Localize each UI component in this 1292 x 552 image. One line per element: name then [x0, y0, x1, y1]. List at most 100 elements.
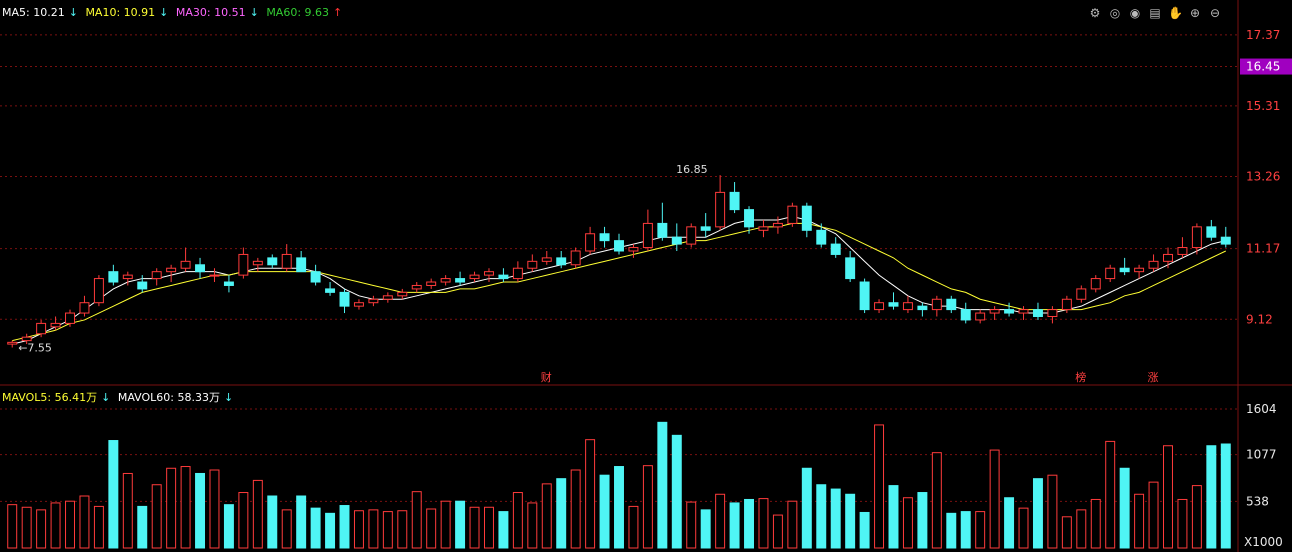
zoom-out-icon[interactable]: ⊖	[1208, 6, 1222, 20]
price-tick-label: 9.12	[1246, 312, 1273, 326]
volume-bar	[209, 469, 220, 549]
candle	[787, 202, 798, 227]
price-tick-label: 15.31	[1246, 99, 1280, 113]
volume-bar	[180, 466, 191, 549]
volume-bar	[137, 505, 148, 549]
candle	[426, 278, 437, 289]
volume-bar	[874, 424, 885, 549]
volume-bar	[657, 421, 668, 549]
volume-bar	[122, 472, 133, 549]
candle	[397, 288, 408, 300]
candle	[1032, 302, 1043, 320]
volume-bar	[975, 511, 986, 549]
candle	[1177, 237, 1188, 258]
volume-bar	[36, 509, 47, 549]
candle	[801, 202, 812, 238]
eye-icon[interactable]: ◎	[1108, 6, 1122, 20]
hand-icon[interactable]: ✋	[1168, 6, 1183, 20]
mavol5-label: MAVOL5: 56.41万	[2, 391, 98, 404]
candle	[888, 292, 899, 310]
candle	[527, 254, 538, 272]
candle	[729, 182, 740, 214]
volume-bar	[715, 493, 726, 549]
volume-bar	[931, 452, 942, 549]
candle	[1134, 264, 1145, 279]
eye-open-icon[interactable]: ◉	[1128, 6, 1142, 20]
candle	[830, 237, 841, 258]
volume-bar	[960, 511, 971, 549]
volume-bar	[7, 504, 18, 549]
ma10-label: MA10: 10.91	[85, 6, 156, 19]
candle	[483, 268, 494, 283]
volume-bar	[325, 512, 336, 549]
volume-bar	[585, 439, 596, 549]
bag-icon[interactable]: ▤	[1148, 6, 1162, 20]
event-marker: 榜	[1075, 370, 1086, 384]
volume-bar	[353, 510, 364, 549]
candle	[79, 295, 90, 317]
volume-bar	[888, 485, 899, 549]
volume-bar	[541, 483, 552, 549]
mavol60-label: MAVOL60: 58.33万	[117, 391, 220, 404]
volume-bar	[483, 506, 494, 549]
volume-bar	[1061, 516, 1072, 549]
volume-bar	[512, 492, 523, 549]
candle	[946, 295, 957, 314]
volume-bar	[1018, 507, 1029, 549]
candle	[339, 288, 350, 314]
candle	[151, 268, 162, 286]
candle	[859, 278, 870, 314]
volume-bar	[946, 512, 957, 549]
candle	[1004, 302, 1015, 317]
candle	[845, 250, 856, 283]
settings-icon[interactable]: ⚙	[1088, 6, 1102, 20]
candle	[1018, 306, 1029, 320]
volume-bar	[556, 478, 567, 549]
volume-bar	[108, 440, 119, 549]
volume-bar	[1090, 498, 1101, 549]
candle	[614, 233, 624, 255]
price-tick-label: 13.26	[1246, 170, 1280, 184]
volume-bar	[426, 508, 437, 549]
candle	[108, 264, 119, 286]
candle	[93, 275, 104, 307]
candle	[296, 250, 307, 273]
volume-bar	[628, 505, 639, 549]
candle	[642, 209, 653, 251]
volume-tick-label: 1604	[1246, 402, 1277, 416]
volume-bar	[223, 504, 234, 549]
volume-bar	[368, 509, 379, 549]
volume-bar	[281, 509, 292, 549]
volume-bar	[252, 479, 263, 549]
volume-bar	[686, 501, 697, 549]
volume-bar	[1105, 440, 1116, 549]
candle	[1076, 285, 1087, 303]
candle	[195, 257, 206, 279]
volume-bar	[599, 474, 610, 549]
volume-bar	[1220, 443, 1231, 549]
candle	[541, 250, 552, 265]
zoom-in-icon[interactable]: ⊕	[1188, 6, 1202, 20]
candle	[469, 271, 480, 283]
price-tick-label: 16.45	[1246, 60, 1280, 74]
volume-bar	[845, 493, 856, 549]
candle	[628, 244, 639, 258]
volume-bar	[1163, 445, 1173, 549]
candle	[874, 299, 885, 314]
volume-bars	[7, 421, 1231, 549]
candle	[989, 306, 1000, 320]
volume-bar	[469, 506, 480, 549]
candle	[671, 223, 682, 251]
ma30-label: MA30: 10.51	[175, 6, 246, 19]
event-markers: 16.85 ←7.55 财 榜 涨	[18, 163, 1158, 384]
volume-bar	[296, 495, 307, 549]
candle	[1163, 247, 1173, 269]
candle	[902, 295, 913, 314]
volume-bar	[816, 484, 827, 549]
candle	[1090, 275, 1101, 293]
chart-toolbar: ⚙ ◎ ◉ ▤ ✋ ⊕ ⊖	[1088, 6, 1222, 20]
ma-legend: MA5: 10.21 ↓ MA10: 10.91 ↓ MA30: 10.51 ↓ MA…	[2, 6, 343, 19]
candlestick-series	[7, 175, 1231, 348]
volume-bar	[700, 509, 711, 549]
candle	[1220, 226, 1231, 248]
